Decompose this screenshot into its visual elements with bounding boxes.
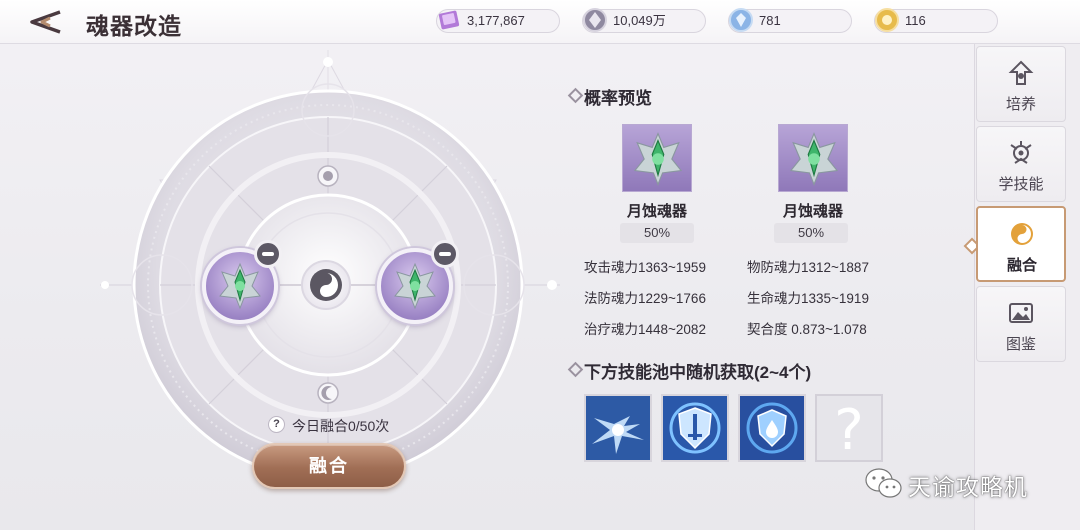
silver-coin-icon	[583, 8, 607, 32]
gold-token-icon	[875, 8, 899, 32]
watermark-text: 天谕攻略机	[908, 474, 1028, 500]
remove-right-button[interactable]	[431, 240, 459, 268]
shield-sword-skill-icon	[663, 396, 727, 460]
currency-value: 781	[759, 13, 781, 28]
crystal-card-icon	[438, 10, 460, 30]
soul-artifact-icon	[219, 262, 261, 310]
daily-fusion-count: 今日融合0/50次	[292, 418, 390, 434]
currency-value: 116	[905, 13, 926, 28]
upgrade-arrow-icon	[1008, 60, 1034, 85]
help-icon[interactable]: ?	[268, 416, 285, 433]
currency-value: 10,049万	[613, 13, 666, 28]
tab-label: 学技能	[998, 176, 1044, 193]
stat-line: 生命魂力1335~1919	[747, 291, 869, 306]
currency-value: 3,177,867	[467, 13, 525, 28]
result-name-1: 月蚀魂器	[626, 203, 687, 220]
fuse-button[interactable]: 融合	[252, 443, 406, 489]
tab-fusion[interactable]: 融合	[976, 206, 1066, 282]
soul-artifact-icon	[633, 132, 683, 186]
fusion-swirl-icon	[310, 269, 342, 301]
currency-silver: 10,049万	[582, 8, 706, 33]
unknown-skill-icon: ?	[834, 398, 864, 462]
currency-gem: 781	[728, 8, 852, 33]
tab-label: 图鉴	[1005, 336, 1036, 353]
blue-gem-icon	[729, 8, 753, 32]
stat-line: 物防魂力1312~1887	[747, 260, 869, 275]
skill-slot-1[interactable]	[584, 394, 652, 462]
fusion-swirl-icon	[1011, 223, 1033, 245]
water-shield-skill-icon	[740, 396, 804, 460]
tab-label: 融合	[1006, 257, 1037, 274]
tab-cultivate[interactable]: 培养	[976, 46, 1066, 122]
tab-learn-skill[interactable]: 学技能	[976, 126, 1066, 202]
gallery-icon	[1009, 303, 1033, 323]
skill-pool-title: 下方技能池中随机获取(2~4个)	[584, 358, 811, 383]
tab-gallery[interactable]: 图鉴	[976, 286, 1066, 362]
soul-artifact-icon	[394, 262, 436, 310]
remove-left-button[interactable]	[254, 240, 282, 268]
back-button[interactable]	[26, 8, 66, 36]
skill-slot-2[interactable]	[661, 394, 729, 462]
result-card-1[interactable]	[622, 124, 692, 192]
fusion-core	[301, 260, 351, 310]
tab-label: 培养	[1005, 96, 1036, 113]
ice-burst-skill-icon	[586, 396, 650, 460]
stat-line: 契合度 0.873~1.078	[747, 322, 867, 337]
skill-slot-unknown[interactable]: ?	[815, 394, 883, 462]
skill-emblem-icon	[1010, 141, 1032, 164]
result-probability-2: 50%	[774, 223, 848, 243]
soul-artifact-icon	[789, 132, 839, 186]
preview-title: 概率预览	[584, 84, 652, 109]
stat-line: 法防魂力1229~1766	[584, 291, 706, 306]
stat-line: 治疗魂力1448~2082	[584, 322, 706, 337]
stat-line: 攻击魂力1363~1959	[584, 260, 706, 275]
currency-crystal: 3,177,867	[436, 9, 560, 33]
wechat-logo-icon	[865, 468, 902, 498]
watermark: 天谕攻略机	[864, 464, 1064, 504]
skill-slot-3[interactable]	[738, 394, 806, 462]
currency-gold: 116	[874, 8, 998, 33]
result-card-2[interactable]	[778, 124, 848, 192]
top-bar: 魂器改造 3,177,867 10,049万 781 116	[0, 0, 1080, 44]
back-arrow-icon	[30, 10, 61, 34]
page-title: 魂器改造	[86, 13, 182, 40]
result-probability-1: 50%	[620, 223, 694, 243]
result-name-2: 月蚀魂器	[782, 203, 843, 220]
